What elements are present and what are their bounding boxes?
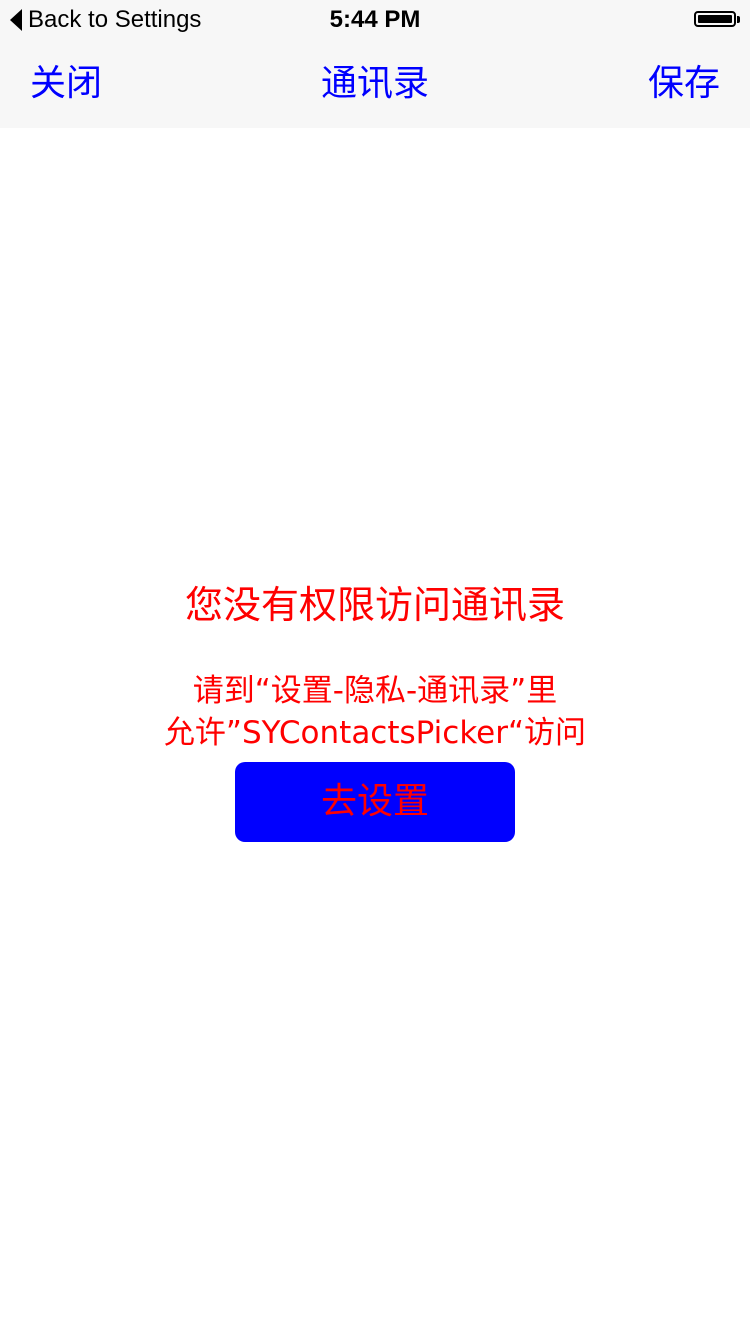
battery-tip bbox=[737, 15, 740, 23]
permission-denied-view: 您没有权限访问通讯录 请到“设置-隐私-通讯录”里 允许”SYContactsP… bbox=[0, 128, 750, 1334]
page-title: 通讯录 bbox=[320, 63, 429, 104]
chevron-left-icon bbox=[10, 9, 22, 31]
close-button[interactable]: 关闭 bbox=[30, 40, 102, 128]
permission-denied-title: 您没有权限访问通讯录 bbox=[184, 583, 565, 627]
battery-body bbox=[694, 11, 736, 27]
back-label: Back to Settings bbox=[28, 6, 202, 33]
battery-level bbox=[698, 15, 732, 23]
save-button[interactable]: 保存 bbox=[648, 40, 720, 128]
navigation-bar: 关闭 通讯录 保存 bbox=[0, 40, 750, 128]
permission-hint-line-2: 允许”SYContactsPicker“访问 bbox=[163, 715, 587, 751]
battery-full-icon bbox=[694, 11, 740, 27]
permission-hint-line-1: 请到“设置-隐私-通讯录”里 bbox=[192, 673, 558, 709]
screen: Back to Settings 5:44 PM 关闭 通讯录 保存 您没有权限… bbox=[0, 0, 750, 1334]
back-to-settings-link[interactable]: Back to Settings bbox=[10, 4, 201, 36]
go-to-settings-button[interactable]: 去设置 bbox=[235, 762, 515, 842]
permission-hint: 请到“设置-隐私-通讯录”里 允许”SYContactsPicker“访问 bbox=[0, 670, 750, 754]
status-bar: Back to Settings 5:44 PM bbox=[0, 0, 750, 40]
